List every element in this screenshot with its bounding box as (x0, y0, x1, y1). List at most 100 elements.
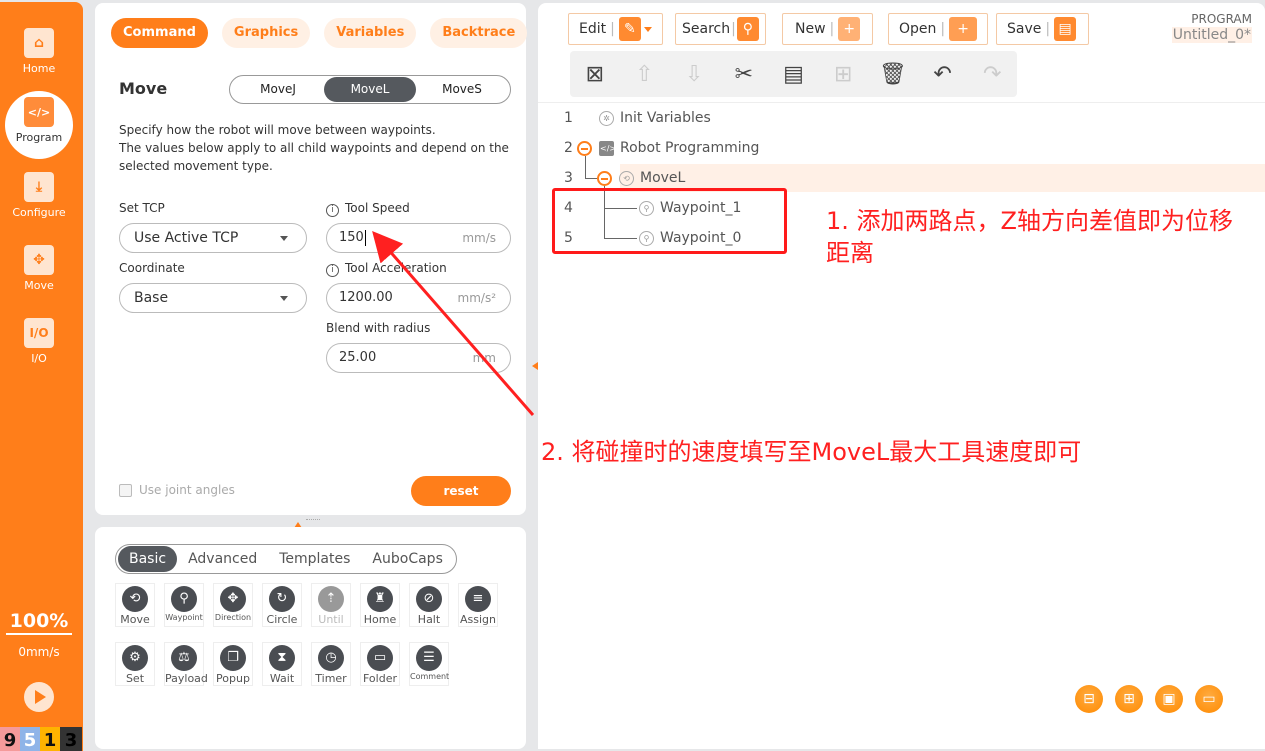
command-label: Comment (410, 672, 450, 681)
console-button[interactable]: ▭ (1195, 685, 1223, 713)
open-button[interactable]: Open | + (888, 13, 989, 45)
nav-program[interactable]: </> Program (5, 91, 73, 159)
fullscreen-button[interactable]: ▣ (1155, 685, 1183, 713)
command-label: Halt (417, 613, 441, 626)
command-timer[interactable]: ◷ Timer (311, 642, 351, 686)
command-circle[interactable]: ↻ Circle (262, 583, 302, 627)
command-waypoint[interactable]: ⚲ Waypoint (164, 583, 204, 627)
cut-icon[interactable]: ✂ (719, 62, 769, 87)
search-button[interactable]: Search | ⚲ (675, 13, 766, 45)
command-label: Home (363, 613, 397, 626)
coordinate-value: Base (134, 290, 169, 306)
command-label: Move (120, 613, 150, 626)
command-palette: Basic Advanced Templates AuboCaps ⟲ Move ⚲… (95, 527, 526, 749)
nav-move[interactable]: ✥ Move (0, 245, 78, 292)
blend-unit: mm (472, 351, 496, 365)
info-icon[interactable]: i (326, 204, 339, 217)
node-label: Init Variables (620, 110, 711, 126)
movel-option[interactable]: MoveL (324, 77, 416, 102)
set-tcp-select[interactable]: Use Active TCP (119, 223, 307, 253)
blend-label: Blend with radius (326, 321, 431, 335)
nav-configure[interactable]: ⤓ Configure (0, 172, 78, 219)
reset-button[interactable]: reset (411, 476, 511, 506)
collapse-tree-button[interactable]: ⊟ (1075, 685, 1103, 713)
speed-percent[interactable]: 100% (6, 610, 72, 635)
move-down-icon[interactable]: ⇩ (669, 62, 719, 87)
tab-basic[interactable]: Basic (118, 546, 178, 572)
search-label: Search (682, 21, 731, 37)
tab-variables[interactable]: Variables (324, 18, 417, 48)
redo-icon[interactable]: ↷ (967, 62, 1017, 87)
home-icon: ⌂ (24, 28, 54, 58)
command-set[interactable]: ⚙ Set (115, 642, 155, 686)
command-popup[interactable]: ❐ Popup (213, 642, 253, 686)
io-icon: I/O (24, 318, 54, 348)
nav-home[interactable]: ⌂ Home (0, 28, 78, 75)
annotation-highlight-box (552, 188, 787, 254)
chevron-down-icon (643, 26, 652, 32)
blend-value: 25.00 (339, 350, 377, 365)
command-move[interactable]: ⟲ Move (115, 583, 155, 627)
badge-4: 3 (60, 727, 82, 751)
movej-option[interactable]: MoveJ (232, 77, 324, 102)
panel-tabs: Command Graphics Variables Backtrace (111, 18, 528, 48)
nav-program-label: Program (15, 131, 63, 144)
use-joint-angles-checkbox[interactable]: Use joint angles (119, 483, 235, 497)
until-icon: ⇡ (318, 586, 344, 612)
checkbox-box[interactable] (119, 483, 132, 497)
tool-accel-input[interactable]: 1200.00 mm/s² (326, 283, 511, 313)
expand-tree-button[interactable]: ⊞ (1115, 685, 1143, 713)
tab-advanced[interactable]: Advanced (177, 546, 268, 572)
move-title: Move (119, 79, 168, 98)
save-icon: ▤ (1054, 17, 1077, 41)
tree-row-2[interactable]: 2 </> Robot Programming (538, 134, 1265, 162)
command-label: Until (318, 613, 344, 626)
collapse-icon[interactable] (597, 171, 612, 186)
command-wait[interactable]: ⧗ Wait (262, 642, 302, 686)
coordinate-select[interactable]: Base (119, 283, 307, 313)
command-until[interactable]: ⇡ Until (311, 583, 351, 627)
nav-io[interactable]: I/O I/O (0, 318, 78, 365)
new-button[interactable]: New | + (782, 13, 874, 45)
tab-graphics[interactable]: Graphics (221, 18, 311, 48)
save-button[interactable]: Save | ▤ (996, 13, 1090, 45)
command-assign[interactable]: ≡ Assign (458, 583, 498, 627)
open-folder-icon: + (949, 17, 978, 41)
tool-speed-input[interactable]: 150 mm/s (326, 223, 511, 253)
tree-row-1[interactable]: 1 ✲ Init Variables (538, 104, 1265, 132)
delete-node-icon[interactable]: ⊠ (570, 62, 620, 87)
blend-input[interactable]: 25.00 mm (326, 343, 511, 373)
waypoint-icon: ⚲ (171, 586, 197, 612)
tree-node-init-variables[interactable]: ✲ Init Variables (599, 104, 711, 132)
tab-command[interactable]: Command (111, 18, 208, 48)
command-home[interactable]: ♜ Home (360, 583, 400, 627)
paste-icon[interactable]: ⊞ (818, 62, 868, 87)
tool-speed-value: 150 (339, 230, 364, 245)
collapse-icon[interactable] (577, 141, 592, 156)
splitter-dots (306, 519, 320, 520)
command-halt[interactable]: ⊘ Halt (409, 583, 449, 627)
command-label: Payload (165, 672, 208, 685)
annotation-note-1: 1. 添加两路点，Z轴方向差值即为位移距离 (826, 207, 1233, 267)
command-label: Wait (269, 672, 295, 685)
play-button[interactable] (24, 682, 54, 712)
info-icon[interactable]: i (326, 264, 339, 277)
edit-label: Edit (579, 21, 607, 37)
undo-icon[interactable]: ↶ (918, 62, 968, 87)
program-icon: </> (24, 97, 54, 127)
command-comment[interactable]: ☰ Comment (409, 642, 449, 686)
move-up-icon[interactable]: ⇧ (620, 62, 670, 87)
tab-aubocaps[interactable]: AuboCaps (361, 546, 453, 572)
trash-icon[interactable]: 🗑 (868, 62, 918, 87)
tab-templates[interactable]: Templates (268, 546, 361, 572)
copy-icon[interactable]: ▤ (769, 62, 819, 87)
tab-backtrace[interactable]: Backtrace (430, 18, 528, 48)
tree-node-robot-programming[interactable]: </> Robot Programming (599, 134, 759, 162)
command-payload[interactable]: ⚖ Payload (164, 642, 208, 686)
moves-option[interactable]: MoveS (416, 77, 508, 102)
use-joint-angles-label: Use joint angles (139, 483, 235, 497)
command-direction[interactable]: ✥ Direction (213, 583, 253, 627)
assign-icon: ≡ (465, 586, 491, 612)
edit-button[interactable]: Edit | ✎ (568, 13, 663, 45)
command-folder[interactable]: ▭ Folder (360, 642, 400, 686)
